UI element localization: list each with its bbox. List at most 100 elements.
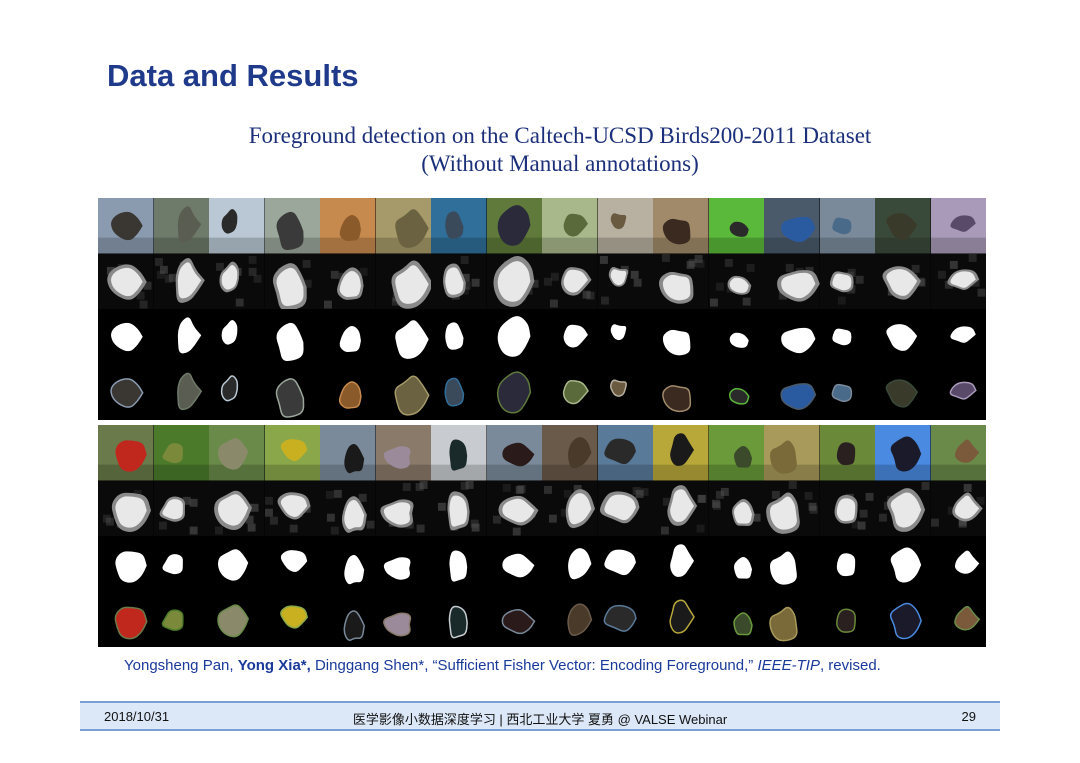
photo-image (153, 198, 209, 254)
segmented-bird-cell (264, 364, 320, 420)
photo-image (375, 425, 431, 481)
segmented-bird-cell (320, 364, 376, 420)
segmented-bird-image (209, 364, 265, 420)
segmented-bird-cell (98, 364, 154, 420)
segmented-bird-image (653, 591, 709, 647)
segmented-bird-cell (209, 591, 265, 647)
saliency-map-image (264, 480, 320, 536)
photo-cell (209, 425, 265, 481)
photo-cell (819, 425, 875, 481)
saliency-map-cell (153, 253, 209, 309)
binary-mask-cell (375, 536, 431, 592)
photo-image (486, 198, 542, 254)
photo-cell (930, 425, 986, 481)
segmented-bird-cell (486, 591, 542, 647)
segmented-bird-cell (708, 364, 764, 420)
photo-cell (486, 198, 542, 254)
binary-mask-image (153, 309, 209, 365)
photo-image (264, 198, 320, 254)
binary-mask-image (209, 309, 265, 365)
segmented-bird-cell (431, 364, 487, 420)
segmented-bird-cell (153, 364, 209, 420)
saliency-map-image (431, 253, 487, 309)
saliency-map-image (153, 480, 209, 536)
saliency-map-cell (764, 253, 820, 309)
segmented-bird-cell (98, 591, 154, 647)
saliency-map-cell (264, 480, 320, 536)
binary-mask-cell (375, 309, 431, 365)
binary-mask-cell (431, 536, 487, 592)
binary-mask-cell (653, 536, 709, 592)
footer-date: 2018/10/31 (104, 709, 170, 724)
saliency-map-cell (764, 480, 820, 536)
photo-image (875, 198, 931, 254)
saliency-map-cell (930, 253, 986, 309)
binary-mask-cell (98, 309, 154, 365)
binary-mask-cell (930, 309, 986, 365)
segmented-bird-image (930, 364, 986, 420)
citation-authors: Yongsheng Pan, (124, 657, 238, 674)
segmented-bird-image (264, 364, 320, 420)
binary-mask-image (597, 536, 653, 592)
saliency-map-cell (98, 480, 154, 536)
photo-image (542, 425, 598, 481)
photo-cell (764, 425, 820, 481)
binary-mask-image (375, 309, 431, 365)
saliency-map-cell (209, 480, 265, 536)
photo-image (153, 425, 209, 481)
binary-mask-image (708, 536, 764, 592)
photo-image (708, 198, 764, 254)
segmented-bird-image (764, 591, 820, 647)
saliency-map-cell (542, 253, 598, 309)
saliency-map-cell (708, 253, 764, 309)
subtitle-line-1: Foreground detection on the Caltech-UCSD… (248, 123, 872, 148)
segmented-bird-cell (819, 364, 875, 420)
binary-mask-cell (819, 536, 875, 592)
saliency-map-image (930, 253, 986, 309)
binary-mask-cell (708, 536, 764, 592)
binary-mask-cell (264, 309, 320, 365)
results-grid-top (98, 198, 986, 420)
saliency-map-cell (486, 480, 542, 536)
binary-mask-cell (320, 309, 376, 365)
segmented-bird-image (930, 591, 986, 647)
segmented-bird-image (320, 364, 376, 420)
photo-image (486, 425, 542, 481)
segmented-bird-image (597, 364, 653, 420)
segmented-bird-image (708, 364, 764, 420)
binary-mask-cell (875, 309, 931, 365)
binary-mask-image (486, 536, 542, 592)
binary-mask-cell (597, 309, 653, 365)
saliency-map-cell (930, 480, 986, 536)
citation-status: , revised. (819, 657, 881, 674)
segmented-bird-cell (542, 364, 598, 420)
binary-mask-image (431, 536, 487, 592)
saliency-map-image (320, 253, 376, 309)
binary-mask-cell (264, 536, 320, 592)
photo-image (819, 198, 875, 254)
photo-cell (708, 425, 764, 481)
binary-mask-cell (320, 536, 376, 592)
photo-cell (597, 425, 653, 481)
saliency-map-image (708, 253, 764, 309)
photo-cell (431, 198, 487, 254)
segmented-bird-cell (375, 364, 431, 420)
slide-title: Data and Results (107, 58, 359, 93)
binary-mask-image (875, 309, 931, 365)
photo-image (819, 425, 875, 481)
photo-image (930, 198, 986, 254)
photo-image (875, 425, 931, 481)
citation-journal: IEEE-TIP (757, 657, 820, 674)
binary-mask-image (431, 309, 487, 365)
saliency-map-image (431, 480, 487, 536)
segmented-bird-image (431, 364, 487, 420)
binary-mask-image (375, 536, 431, 592)
photo-cell (486, 425, 542, 481)
photo-image (264, 425, 320, 481)
binary-mask-cell (486, 536, 542, 592)
binary-mask-image (320, 536, 376, 592)
saliency-map-image (209, 253, 265, 309)
segmented-bird-image (375, 364, 431, 420)
photo-image (320, 425, 376, 481)
binary-mask-image (653, 309, 709, 365)
